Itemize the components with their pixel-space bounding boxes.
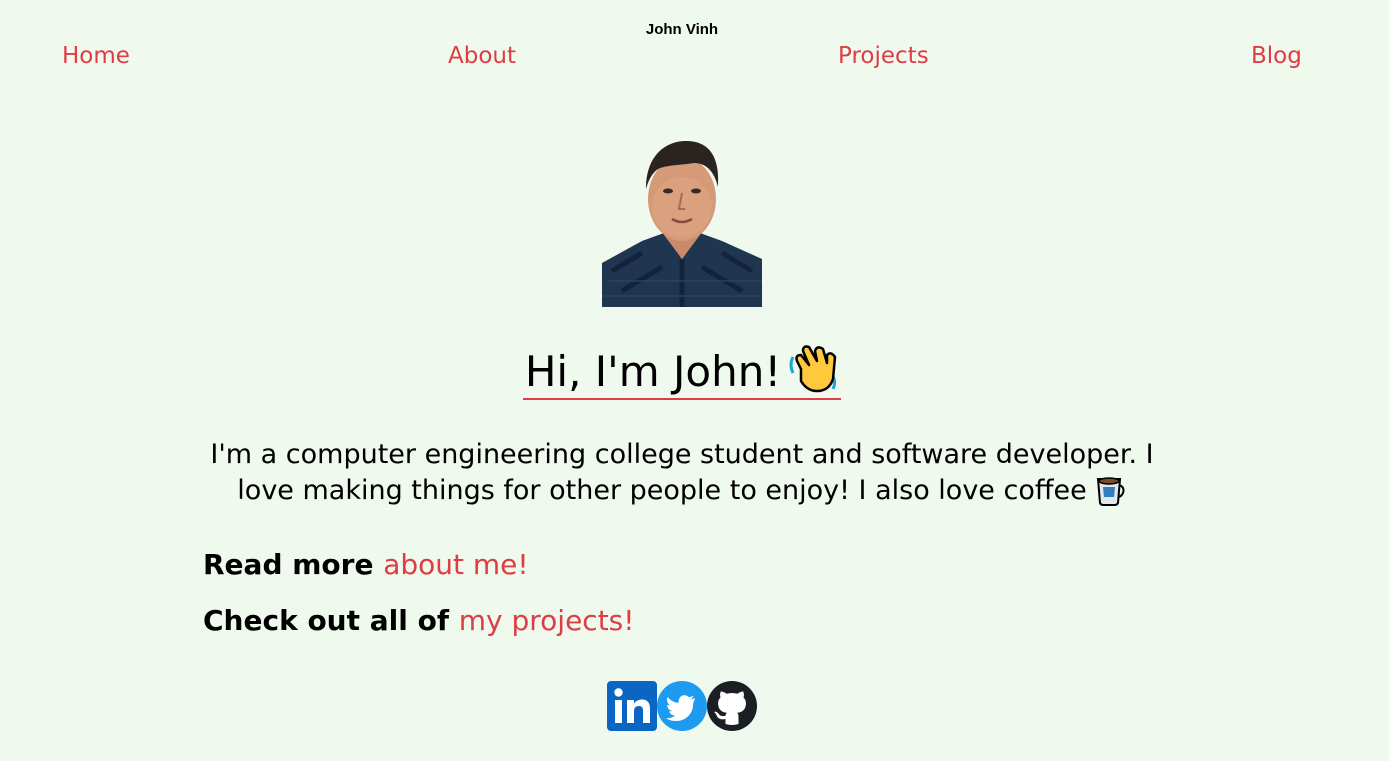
nav-projects-link[interactable]: Projects [838,43,929,69]
cta-about-prefix: Read more [203,548,384,581]
nav-home-link[interactable]: Home [62,43,130,69]
intro-paragraph: I'm a computer engineering college stude… [186,437,1178,509]
cta-projects: Check out all of my projects! [203,604,635,637]
waving-hand-icon [789,345,837,393]
cta-projects-prefix: Check out all of [203,604,459,637]
twitter-link[interactable] [657,681,707,731]
main-nav: Home About Projects Blog [0,43,1389,77]
github-icon [707,681,757,731]
my-projects-link[interactable]: my projects! [459,604,635,637]
hero-heading: Hi, I'm John! [0,343,1364,400]
nav-about-link[interactable]: About [448,43,516,69]
about-me-link[interactable]: about me! [383,548,528,581]
avatar-photo [602,141,762,307]
linkedin-link[interactable] [607,681,657,731]
avatar [602,141,762,307]
linkedin-icon [607,681,657,731]
hero-heading-text: Hi, I'm John! [524,347,782,396]
site-title: John Vinh [645,21,719,38]
nav-blog-link[interactable]: Blog [1251,43,1302,69]
coffee-icon [1096,477,1125,506]
intro-text: I'm a computer engineering college stude… [210,439,1154,506]
hero-heading-underline: Hi, I'm John! [522,343,842,400]
github-link[interactable] [707,681,757,731]
twitter-icon [657,681,707,731]
cta-about: Read more about me! [203,548,529,581]
